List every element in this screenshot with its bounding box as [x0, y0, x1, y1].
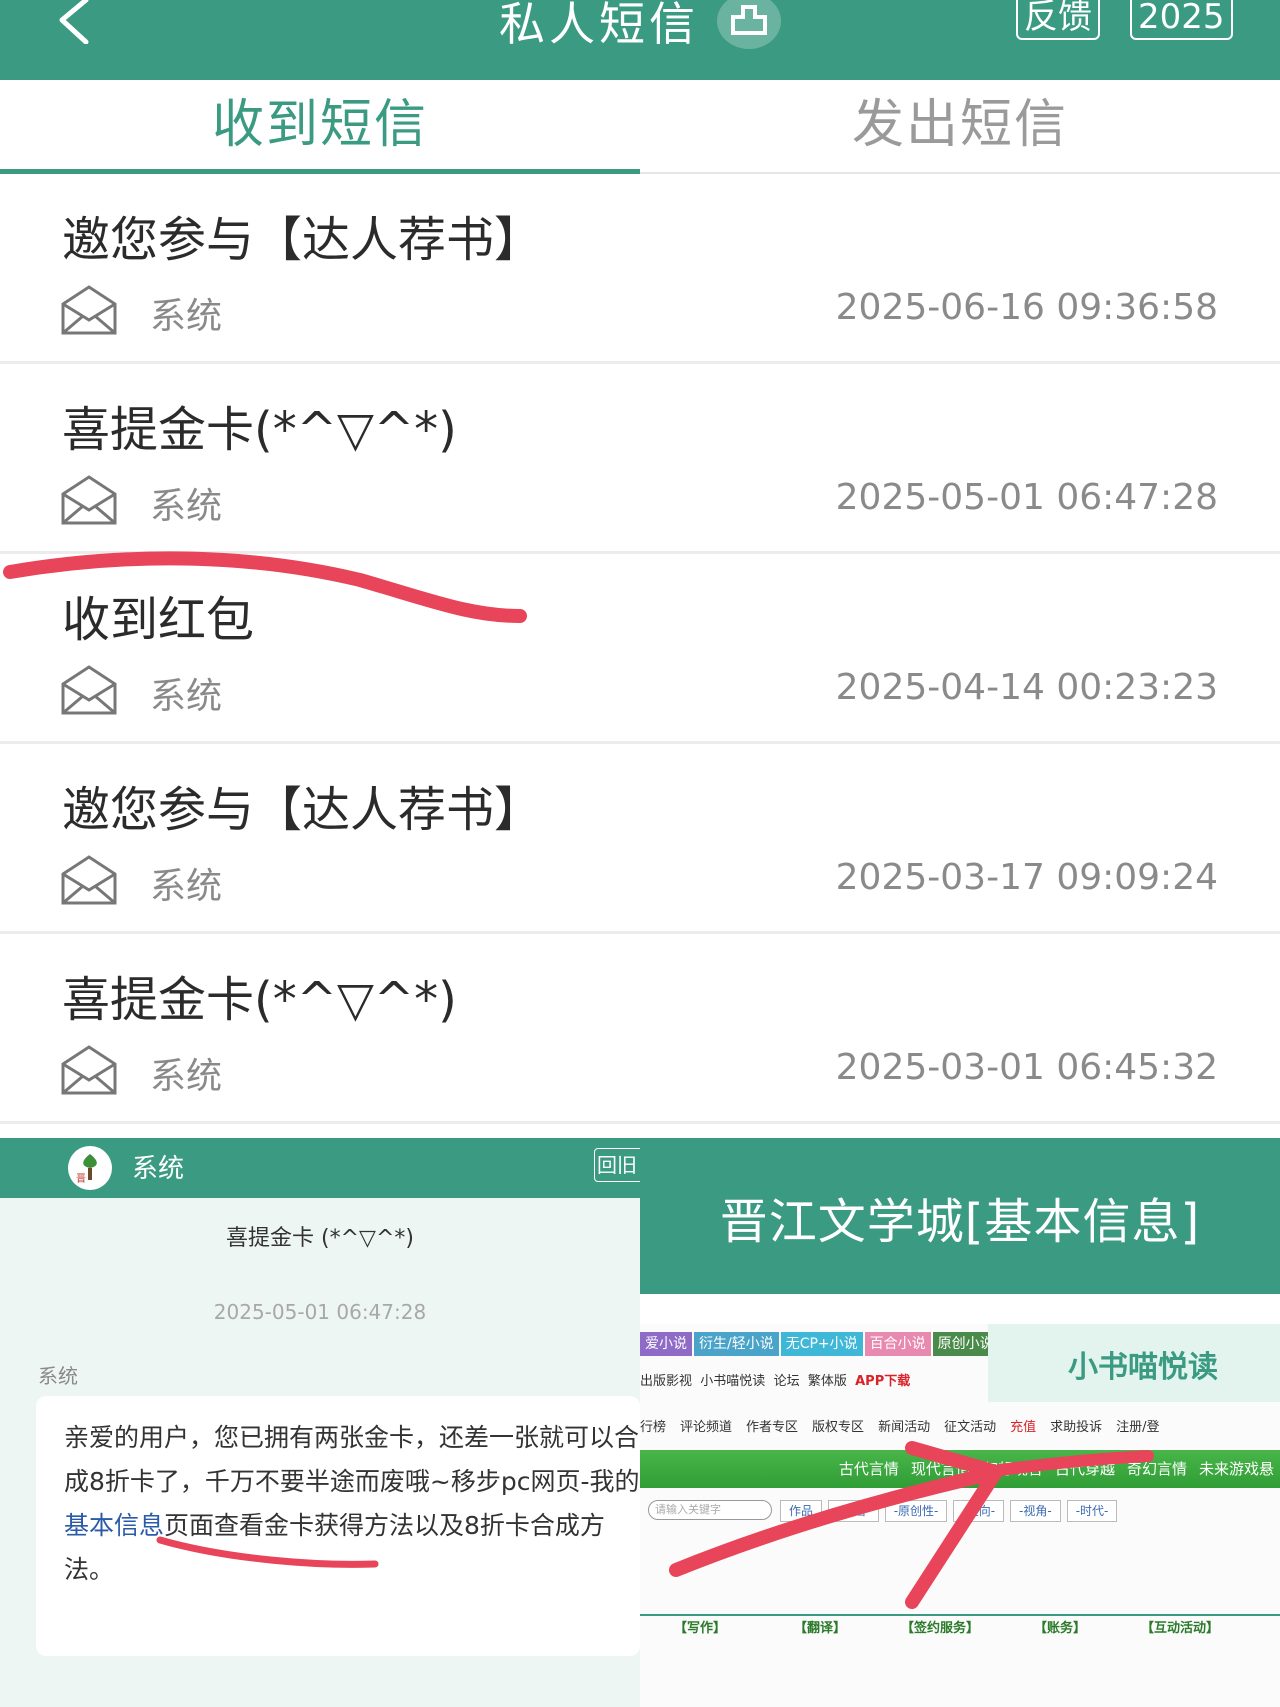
genre-link[interactable]: 古代言情 — [839, 1460, 899, 1478]
site-link[interactable]: APP下载 — [855, 1374, 910, 1389]
category-tag[interactable]: 爱小说 — [640, 1332, 692, 1356]
section-link[interactable]: 【签约服务】 — [880, 1616, 1000, 1642]
info-header: 晋江文学城[基本信息] — [640, 1138, 1280, 1294]
tab-sent[interactable]: 发出短信 — [640, 80, 1280, 174]
detail-header-title: 系统 — [132, 1154, 185, 1184]
detail-subject: 喜提金卡 (*^▽^*) — [226, 1226, 414, 1251]
clear-icon[interactable] — [717, 0, 781, 49]
section-link[interactable]: 【账务】 — [1000, 1616, 1120, 1642]
category-tag[interactable]: 百合小说 — [864, 1332, 931, 1356]
message-item[interactable]: 喜提金卡(*^▽^*) 系统 2025-05-01 06:47:28 — [0, 364, 1280, 554]
filter-select[interactable]: -视角- — [1010, 1500, 1061, 1522]
site-link[interactable]: 论坛 — [774, 1374, 800, 1389]
filter-select[interactable]: -范围- — [828, 1500, 879, 1522]
detail-header: 晋 系统 回旧 — [0, 1138, 644, 1198]
message-time: 2025-03-01 06:45:32 — [835, 1047, 1218, 1088]
message-title: 喜提金卡(*^▽^*) — [62, 972, 457, 1028]
message-title: 邀您参与【达人荐书】 — [62, 782, 543, 838]
search-filters: 作品 -范围- -原创性- -性向- -视角- -时代- — [780, 1500, 1123, 1522]
message-sender: 系统 — [150, 296, 223, 337]
message-time: 2025-06-16 09:36:58 — [835, 287, 1218, 328]
detail-time: 2025-05-01 06:47:28 — [213, 1300, 427, 1324]
tab-received[interactable]: 收到短信 — [0, 80, 640, 174]
site-link[interactable]: 繁体版 — [808, 1374, 847, 1389]
info-title: 晋江文学城[基本信息] — [719, 1194, 1201, 1250]
genre-bar: 古代言情 现代言情 幻想现言 古代穿越 奇幻言情 未来游戏悬 — [640, 1450, 1280, 1488]
genre-link[interactable]: 幻想现言 — [983, 1460, 1043, 1478]
nav-item[interactable]: 征文活动 — [944, 1420, 996, 1435]
basic-info-panel: 晋江文学城[基本信息] 爱小说 衍生/轻小说 无CP+小说 百合小说 原创小说 出版影视… — [640, 1138, 1280, 1707]
section-link[interactable]: 【翻译】 — [760, 1616, 880, 1642]
nav-item[interactable]: 求助投诉 — [1050, 1420, 1102, 1435]
banner-text: 小书喵悦读 — [1068, 1350, 1218, 1385]
detail-sender: 系统 — [38, 1364, 78, 1388]
site-banner: 小书喵悦读 — [988, 1324, 1280, 1402]
detail-message-body: 亲爱的用户，您已拥有两张金卡，还差一张就可以合成8折卡了，千万不要半途而废哦~移… — [36, 1396, 640, 1656]
avatar: 晋 — [68, 1146, 112, 1190]
category-tag[interactable]: 衍生/轻小说 — [694, 1332, 779, 1356]
message-item[interactable]: 收到红包 系统 2025-04-14 00:23:23 — [0, 554, 1280, 744]
site-nav: 行榜 评论频道 作者专区 版权专区 新闻活动 征文活动 充值 求助投诉 注册/登 — [640, 1416, 1280, 1442]
category-tags: 爱小说 衍生/轻小说 无CP+小说 百合小说 原创小说 — [640, 1332, 1001, 1358]
envelope-icon — [60, 1044, 118, 1096]
message-time: 2025-04-14 00:23:23 — [835, 667, 1218, 708]
message-title: 邀您参与【达人荐书】 — [62, 212, 543, 268]
section-link[interactable]: 【写作】 — [640, 1616, 760, 1642]
genre-link[interactable]: 奇幻言情 — [1127, 1460, 1187, 1478]
genre-link[interactable]: 古代穿越 — [1055, 1460, 1115, 1478]
message-item[interactable]: 邀您参与【达人荐书】 系统 2025-03-17 09:09:24 — [0, 744, 1280, 934]
message-sender: 系统 — [150, 676, 223, 717]
message-sender: 系统 — [150, 486, 223, 527]
envelope-icon — [60, 284, 118, 336]
message-time: 2025-05-01 06:47:28 — [835, 477, 1218, 518]
message-list: 邀您参与【达人荐书】 系统 2025-06-16 09:36:58 喜提金卡(*… — [0, 174, 1280, 1124]
filter-select[interactable]: -时代- — [1066, 1500, 1118, 1522]
nav-item[interactable]: 评论频道 — [680, 1420, 732, 1435]
section-link[interactable]: 【互动活动】 — [1120, 1616, 1240, 1642]
year-button[interactable]: 2025 — [1130, 0, 1233, 40]
genre-link[interactable]: 未来游戏悬 — [1199, 1460, 1274, 1478]
body-text: 亲爱的用户，您已拥有两张金卡，还差一张就可以合成8折卡了，千万不要半途而废哦~移… — [64, 1423, 640, 1496]
message-title: 收到红包 — [62, 592, 255, 648]
message-time: 2025-03-17 09:09:24 — [835, 857, 1218, 898]
site-search-input[interactable]: 请输入关键字 — [648, 1500, 772, 1520]
svg-text:晋: 晋 — [76, 1173, 86, 1185]
message-sender: 系统 — [150, 866, 223, 907]
envelope-icon — [60, 664, 118, 716]
nav-item[interactable]: 行榜 — [640, 1420, 666, 1435]
filter-select[interactable]: 作品 — [780, 1500, 823, 1522]
message-sender: 系统 — [150, 1056, 223, 1097]
feedback-button[interactable]: 反馈 — [1016, 0, 1100, 40]
site-sections: 【写作】 【翻译】 【签约服务】 【账务】 【互动活动】 — [640, 1614, 1280, 1642]
message-tabs: 收到短信 发出短信 — [0, 80, 1280, 174]
site-link[interactable]: 出版影视 — [640, 1374, 692, 1389]
website-snapshot: 爱小说 衍生/轻小说 无CP+小说 百合小说 原创小说 出版影视 小书喵悦读 论坛 繁体… — [640, 1324, 1280, 1707]
page-title-text: 私人短信 — [499, 0, 699, 51]
filter-select[interactable]: -原创性- — [884, 1500, 948, 1522]
message-detail-panel: 晋 系统 回旧 喜提金卡 (*^▽^*) 2025-05-01 06:47:28… — [0, 1138, 644, 1707]
site-link[interactable]: 小书喵悦读 — [700, 1374, 765, 1389]
message-item[interactable]: 喜提金卡(*^▽^*) 系统 2025-03-01 06:45:32 — [0, 934, 1280, 1124]
nav-item[interactable]: 新闻活动 — [878, 1420, 930, 1435]
reply-button[interactable]: 回旧 — [594, 1148, 644, 1182]
filter-select[interactable]: -性向- — [953, 1500, 1005, 1522]
basic-info-link[interactable]: 基本信息 — [64, 1511, 164, 1540]
nav-item[interactable]: 作者专区 — [746, 1420, 798, 1435]
message-title: 喜提金卡(*^▽^*) — [62, 402, 457, 458]
envelope-icon — [60, 474, 118, 526]
nav-item[interactable]: 版权专区 — [812, 1420, 864, 1435]
message-item[interactable]: 邀您参与【达人荐书】 系统 2025-06-16 09:36:58 — [0, 174, 1280, 364]
screenshot-collage: 私人短信 反馈 2025 收到短信 发出短信 邀您参与【达人荐书】 系统 202… — [0, 0, 1280, 1707]
category-tag[interactable]: 无CP+小说 — [780, 1332, 863, 1356]
nav-item[interactable]: 注册/登 — [1116, 1420, 1159, 1435]
nav-item[interactable]: 充值 — [1010, 1420, 1036, 1435]
site-links: 出版影视 小书喵悦读 论坛 繁体版 APP下载 — [640, 1370, 910, 1389]
envelope-icon — [60, 854, 118, 906]
genre-link[interactable]: 现代言情 — [911, 1460, 971, 1478]
top-bar: 私人短信 反馈 2025 — [0, 0, 1280, 80]
